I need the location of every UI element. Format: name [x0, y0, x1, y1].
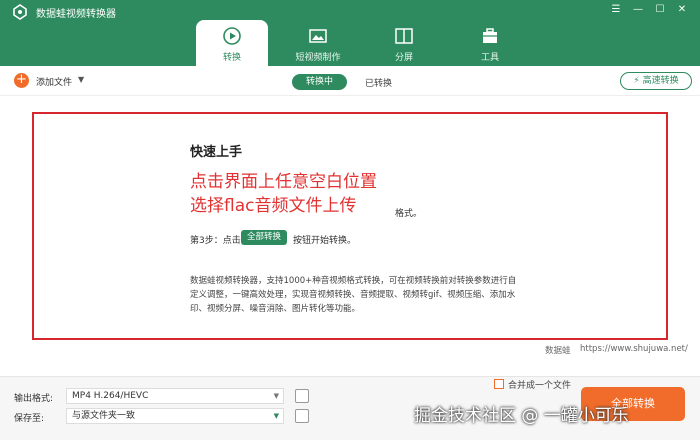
product-description: 数据蛙视频转换器，支持1000+种音视频格式转换，可在视频转换前对转换参数进行自…: [190, 276, 517, 314]
fast-convert-label: 高速转换: [642, 76, 679, 86]
step3-text: 第3步：点击: [190, 236, 241, 246]
file-drop-area[interactable]: 快速上手 点击界面上任意空白位置 选择flac音频文件上传 格式。 第3步：点击…: [0, 96, 700, 362]
save-to-label: 保存至:: [14, 414, 45, 424]
save-to-select[interactable]: 与源文件夹一致 ▼: [66, 408, 284, 424]
chevron-down-icon: ▼: [273, 412, 279, 420]
menu-icon[interactable]: ☰: [606, 3, 626, 17]
chevron-down-icon[interactable]: ▼: [78, 75, 84, 84]
output-format-select[interactable]: MP4 H.264/HEVC ▼: [66, 388, 284, 404]
tab-label: 工具: [480, 53, 499, 63]
output-format-label: 输出格式:: [14, 394, 54, 404]
folder-icon[interactable]: [295, 409, 309, 423]
add-file-button[interactable]: 添加文件: [36, 75, 72, 88]
title-bar: 数据蛙视频转换器 ☰ — ☐ ✕ 转换 短视频制作 分屏 工具: [0, 0, 700, 66]
tab-split-screen[interactable]: 分屏: [368, 20, 440, 66]
watermark-text: 掘金技术社区 @ 一罐小可乐: [414, 406, 629, 426]
close-button[interactable]: ✕: [672, 3, 692, 17]
brand-url-link[interactable]: https://www.shujuwa.net/: [580, 344, 688, 354]
step3-text: 按钮开始转换。: [293, 236, 357, 246]
save-to-value: 与源文件夹一致: [72, 411, 136, 421]
add-file-icon[interactable]: +: [14, 73, 29, 88]
convert-icon: [223, 27, 241, 45]
step2-text: 格式。: [395, 209, 423, 219]
tab-converting[interactable]: 转换中: [292, 74, 347, 90]
chevron-down-icon: ▼: [273, 392, 279, 400]
split-screen-icon: [395, 28, 413, 44]
tab-label: 短视频制作: [295, 53, 341, 63]
app-title: 数据蛙视频转换器: [36, 9, 116, 20]
bottom-bar: 输出格式: MP4 H.264/HEVC ▼ 保存至: 与源文件夹一致 ▼ 合并…: [0, 376, 700, 440]
tab-tools[interactable]: 工具: [454, 20, 526, 66]
format-settings-icon[interactable]: [295, 389, 309, 403]
main-tabs: 转换 短视频制作 分屏 工具: [196, 20, 540, 66]
tab-short-video[interactable]: 短视频制作: [282, 20, 354, 66]
toolbox-icon: [483, 28, 497, 43]
fast-convert-button[interactable]: ⚡ 高速转换: [620, 72, 692, 90]
tab-converted[interactable]: 已转换: [365, 76, 392, 89]
lightning-icon: ⚡: [633, 76, 640, 86]
minimize-button[interactable]: —: [628, 3, 648, 17]
step3-convert-all-badge: 全部转换: [241, 230, 287, 245]
merge-checkbox[interactable]: [494, 379, 504, 389]
merge-label: 合并成一个文件: [508, 381, 572, 391]
tab-convert[interactable]: 转换: [196, 20, 268, 66]
app-logo-icon: [13, 4, 27, 20]
image-icon: [309, 29, 327, 43]
brand-name: 数据蛙: [545, 346, 571, 356]
output-format-value: MP4 H.264/HEVC: [72, 391, 149, 401]
tab-label: 转换: [222, 53, 241, 63]
annotation-text: 选择flac音频文件上传: [190, 196, 357, 216]
window-controls: ☰ — ☐ ✕: [606, 3, 692, 17]
quick-start-title: 快速上手: [190, 145, 243, 160]
maximize-button[interactable]: ☐: [650, 3, 670, 17]
tab-label: 分屏: [394, 53, 413, 63]
annotation-text: 点击界面上任意空白位置: [190, 172, 377, 192]
toolbar: + 添加文件 ▼ 转换中 已转换 ⚡ 高速转换: [0, 66, 700, 96]
